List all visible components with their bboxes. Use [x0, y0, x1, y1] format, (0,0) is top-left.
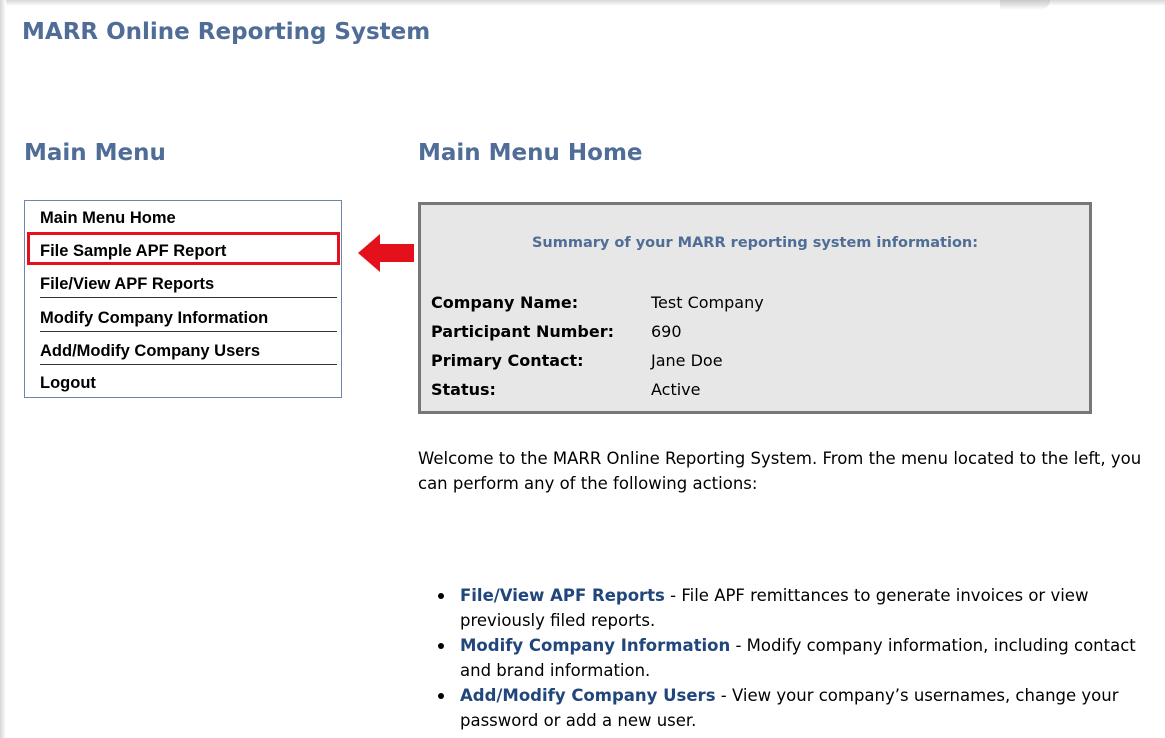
- highlight-box: [27, 232, 340, 265]
- link-add-modify-company-users[interactable]: Add/Modify Company Users: [460, 686, 716, 705]
- summary-label: Primary Contact:: [431, 351, 584, 370]
- menu-item-file-view-apf-reports[interactable]: File/View APF Reports: [40, 271, 337, 298]
- summary-value: Test Company: [651, 293, 764, 312]
- red-arrow-left-icon: [358, 234, 414, 272]
- summary-value: Jane Doe: [651, 351, 723, 370]
- main-menu: Main Menu Home File Sample APF Report Fi…: [24, 200, 342, 398]
- intro-text: Welcome to the MARR Online Reporting Sys…: [418, 449, 1142, 493]
- summary-label: Participant Number:: [431, 322, 614, 341]
- frame-shadow-left: [0, 0, 6, 738]
- bullet-icon: [438, 593, 444, 599]
- list-item: Add/Modify Company Users - View your com…: [418, 683, 1163, 733]
- summary-value: 690: [651, 322, 682, 341]
- menu-item-main-menu-home[interactable]: Main Menu Home: [40, 205, 337, 231]
- app-title: MARR Online Reporting System: [22, 19, 431, 45]
- menu-item-modify-company-information[interactable]: Modify Company Information: [40, 305, 337, 332]
- bullet-icon: [438, 643, 444, 649]
- frame-shadow-corner: [1000, 0, 1050, 10]
- summary-label: Company Name:: [431, 293, 579, 312]
- list-item: Modify Company Information - Modify comp…: [418, 633, 1163, 683]
- summary-value: Active: [651, 380, 701, 399]
- list-item: File/View APF Reports - File APF remitta…: [418, 583, 1163, 633]
- link-modify-company-information[interactable]: Modify Company Information: [460, 636, 730, 655]
- actions-list: File/View APF Reports - File APF remitta…: [418, 583, 1163, 733]
- menu-item-logout[interactable]: Logout: [40, 370, 337, 396]
- link-file-view-apf-reports[interactable]: File/View APF Reports: [460, 586, 665, 605]
- frame-shadow-top: [0, 0, 1165, 6]
- summary-label: Status:: [431, 380, 496, 399]
- summary-title: Summary of your MARR reporting system in…: [531, 235, 979, 251]
- summary-box: Summary of your MARR reporting system in…: [418, 202, 1092, 414]
- bullet-icon: [438, 693, 444, 699]
- menu-heading: Main Menu: [24, 140, 166, 166]
- page-title: Main Menu Home: [418, 140, 643, 166]
- menu-item-add-modify-company-users[interactable]: Add/Modify Company Users: [40, 338, 337, 365]
